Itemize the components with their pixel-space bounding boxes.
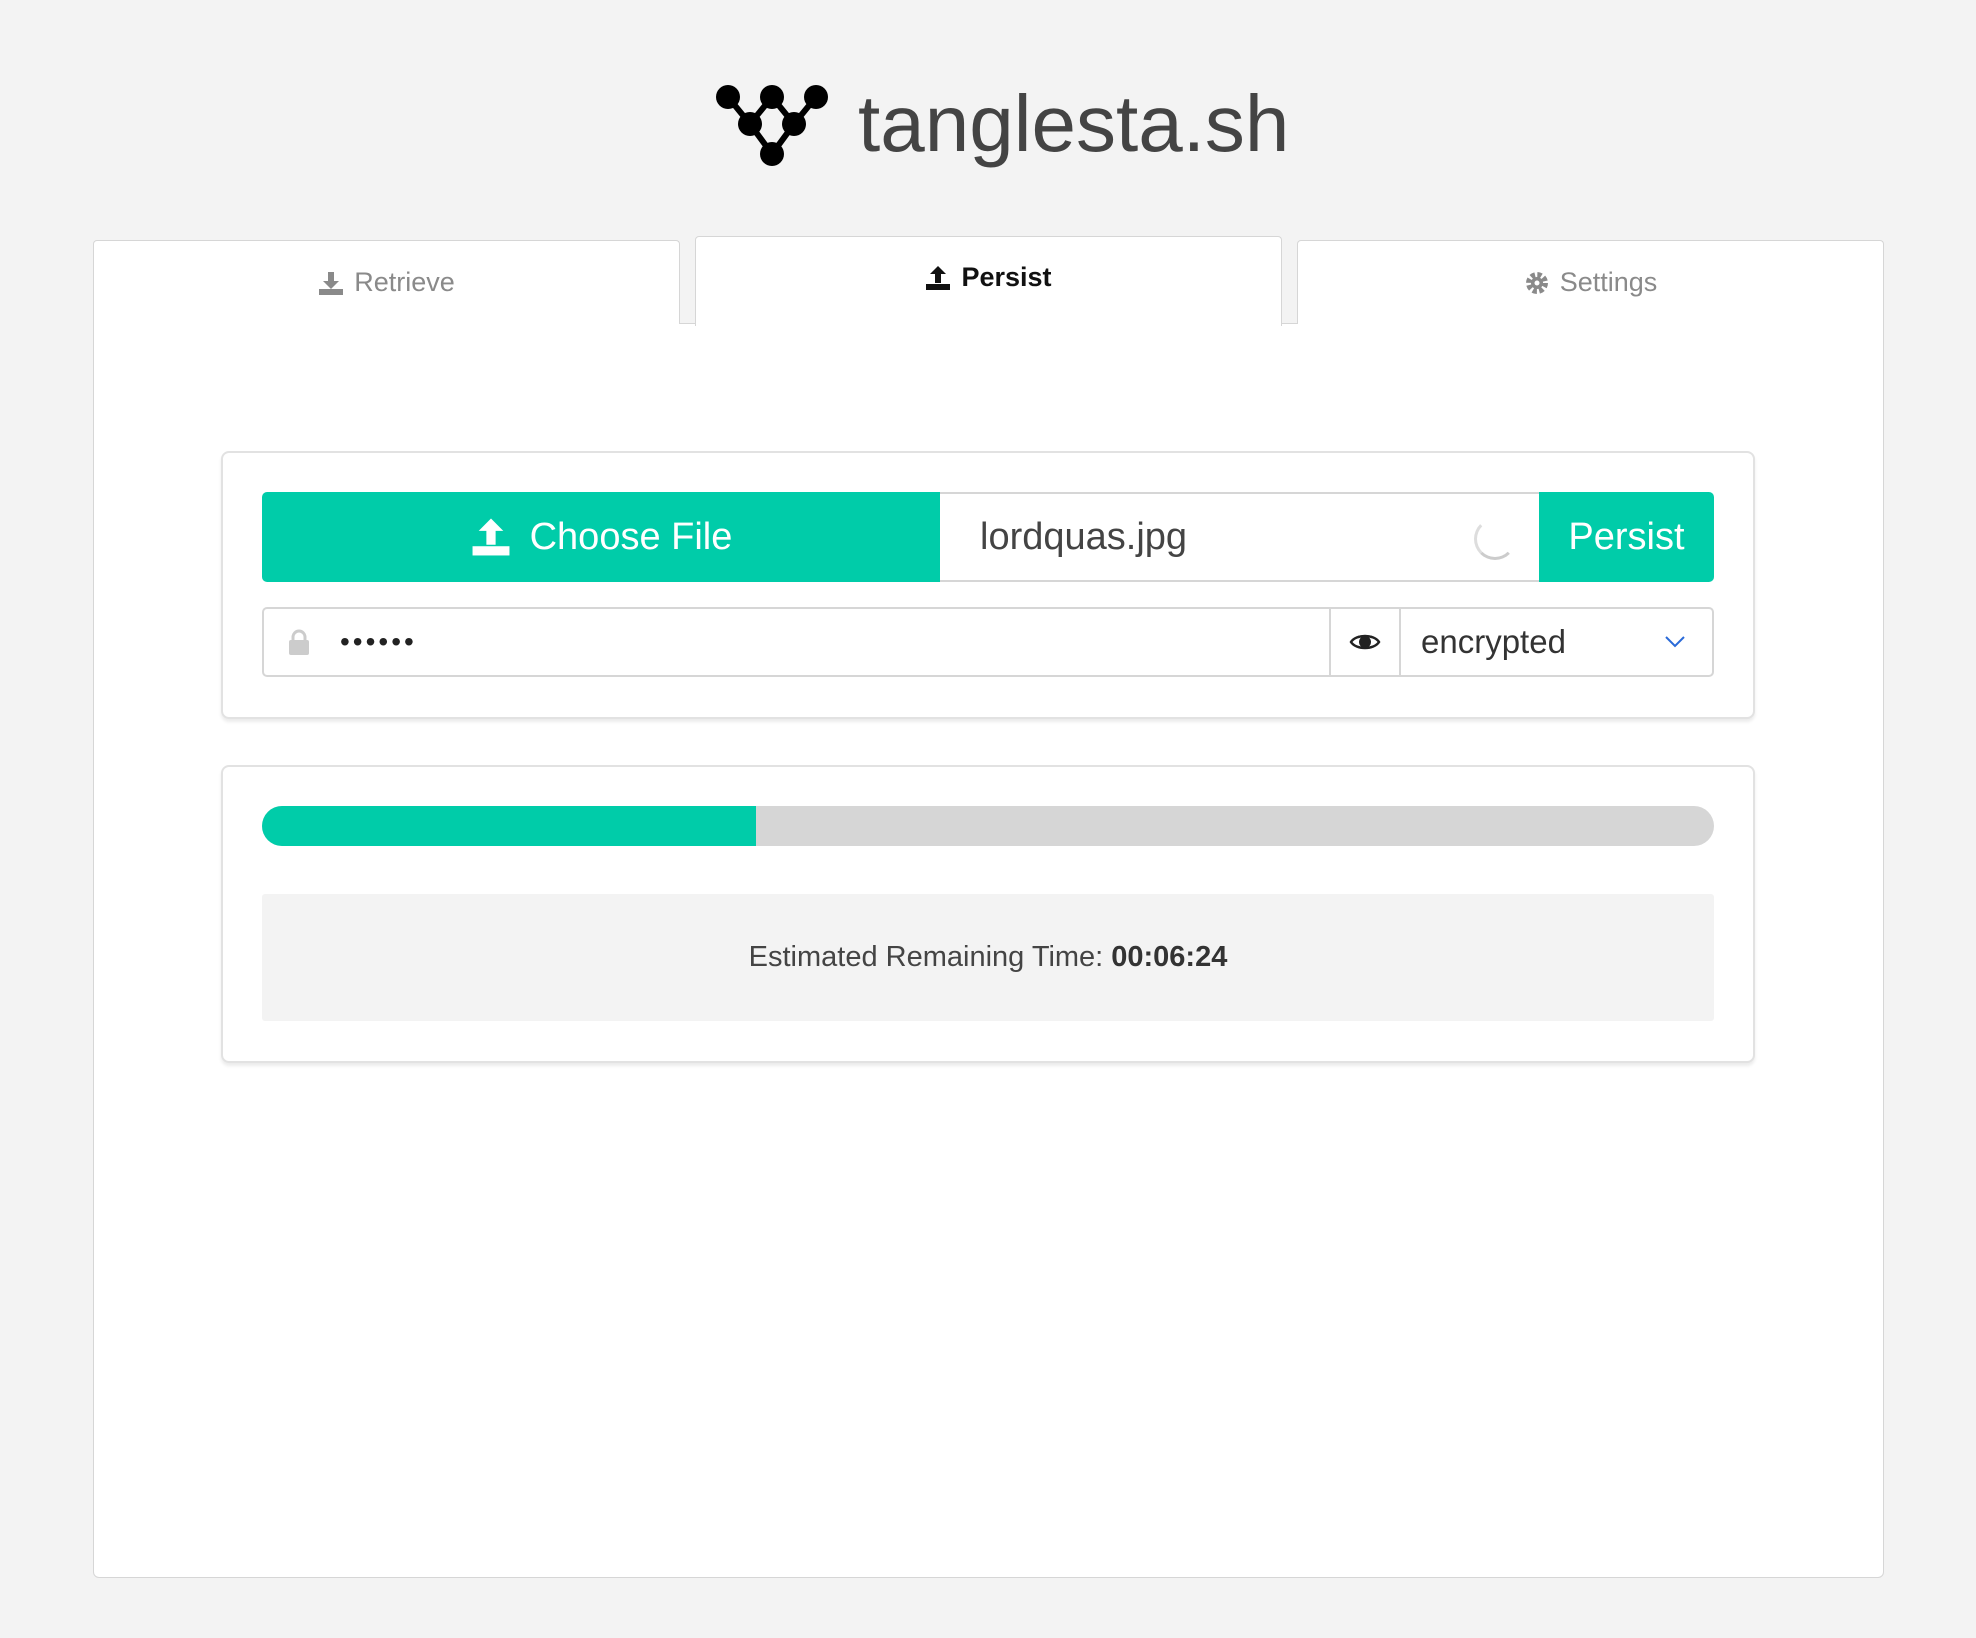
eye-icon [1349,634,1381,650]
mode-value: encrypted [1421,623,1566,660]
eta-box: Estimated Remaining Time: 00:06:24 [262,894,1714,1021]
password-value: •••••• [340,626,417,657]
tab-persist[interactable]: Persist [695,236,1282,326]
progress-bar-fill [262,806,756,846]
tangle-graph-icon [716,85,828,166]
persist-button[interactable]: Persist [1539,492,1714,582]
mode-select[interactable]: encrypted [1400,607,1714,677]
lock-icon [289,629,309,655]
upload-icon [926,265,951,290]
logo [712,82,842,172]
gear-icon [1525,271,1548,294]
password-input[interactable]: •••••• [262,607,1331,677]
filename: lordquas.jpg [980,515,1188,558]
choose-file-label: Choose File [529,515,733,558]
eta-value: 00:06:24 [1111,941,1228,973]
eta-label: Estimated Remaining Time: [748,941,1104,973]
filename-field[interactable]: lordquas.jpg [940,492,1539,582]
tab-label: Persist [961,262,1052,292]
tab-label: Settings [1559,267,1658,297]
tab-label: Retrieve [354,267,455,297]
choose-file-button[interactable]: Choose File [262,492,940,582]
chevron-down-icon [1665,636,1685,648]
upload-icon [472,518,510,556]
download-icon [319,271,344,295]
loading-spinner-icon [1474,518,1516,560]
tab-settings[interactable]: Settings [1297,240,1884,324]
progress-bar [262,806,1714,846]
app-title: tanglesta.sh [858,79,1290,168]
toggle-visibility-button[interactable] [1331,607,1401,677]
tab-retrieve[interactable]: Retrieve [93,240,680,324]
